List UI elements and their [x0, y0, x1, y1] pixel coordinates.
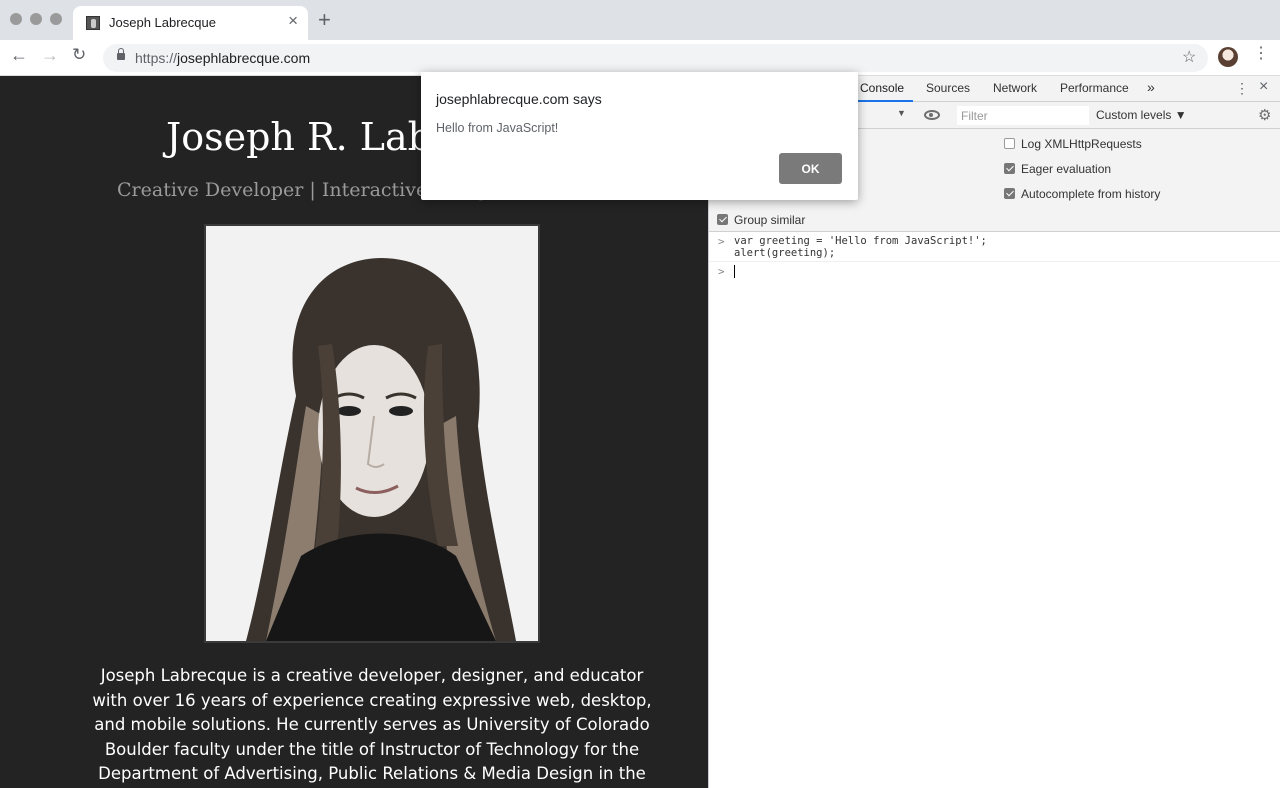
url-text: https://josephlabrecque.com — [135, 50, 311, 66]
tab-performance[interactable]: Performance — [1060, 81, 1129, 95]
browser-menu-icon[interactable]: ⋮ — [1253, 46, 1269, 62]
console-input[interactable]: > — [709, 262, 1280, 282]
setting-autocomplete-history[interactable]: Autocomplete from history — [1004, 187, 1160, 201]
alert-title: josephlabrecque.com says — [436, 91, 602, 107]
prompt-chevron-icon: > — [718, 235, 725, 248]
checkbox[interactable] — [1004, 188, 1015, 199]
zoom-window-button[interactable] — [50, 13, 62, 25]
portrait-photo — [204, 224, 540, 643]
log-levels-dropdown[interactable]: Custom levels ▼ — [1096, 108, 1187, 122]
reload-icon[interactable]: ↻ — [72, 46, 86, 63]
console-log: > var greeting = 'Hello from JavaScript!… — [709, 232, 1280, 282]
setting-eager-evaluation[interactable]: Eager evaluation — [1004, 162, 1111, 176]
bio-paragraph: Joseph Labrecque is a creative developer… — [92, 666, 652, 783]
checkbox[interactable] — [717, 214, 728, 225]
close-tab-icon[interactable]: × — [288, 12, 298, 29]
console-settings-gear-icon[interactable]: ⚙ — [1258, 106, 1271, 124]
tab-strip: Joseph Labrecque × + — [0, 0, 1280, 40]
devtools-close-icon[interactable]: × — [1259, 78, 1268, 96]
tab-sources[interactable]: Sources — [926, 81, 970, 95]
new-tab-icon[interactable]: + — [318, 9, 331, 31]
tab-network[interactable]: Network — [993, 81, 1037, 95]
alert-dialog: josephlabrecque.com says Hello from Java… — [421, 72, 858, 200]
text-caret — [734, 265, 735, 278]
setting-group-similar[interactable]: Group similar — [717, 213, 805, 227]
alert-ok-button[interactable]: OK — [779, 153, 842, 184]
setting-log-xhr[interactable]: Log XMLHttpRequests — [1004, 137, 1142, 151]
console-filter-input[interactable] — [957, 106, 1089, 125]
console-entry: > var greeting = 'Hello from JavaScript!… — [709, 232, 1280, 262]
alert-message: Hello from JavaScript! — [436, 121, 559, 135]
minimize-window-button[interactable] — [30, 13, 42, 25]
devtools-menu-icon[interactable]: ⋮ — [1235, 80, 1249, 97]
address-bar[interactable]: https://josephlabrecque.com — [103, 44, 1208, 72]
browser-tab[interactable]: Joseph Labrecque × — [73, 6, 308, 40]
browser-toolbar: ← → ↻ https://josephlabrecque.com ☆ — [0, 40, 1280, 76]
prompt-chevron-icon: > — [718, 265, 725, 278]
live-expression-eye-icon[interactable] — [924, 110, 940, 120]
back-icon[interactable]: ← — [10, 46, 28, 64]
favicon-icon — [86, 16, 100, 30]
lock-icon — [117, 48, 125, 60]
forward-icon[interactable]: → — [41, 46, 59, 64]
checkbox[interactable] — [1004, 138, 1015, 149]
tab-console[interactable]: Console — [860, 81, 904, 95]
executed-code: var greeting = 'Hello from JavaScript!';… — [734, 235, 987, 259]
context-dropdown-icon[interactable]: ▼ — [897, 108, 906, 118]
close-window-button[interactable] — [10, 13, 22, 25]
more-tabs-icon[interactable]: » — [1147, 79, 1155, 95]
tab-title: Joseph Labrecque — [109, 15, 216, 30]
checkbox[interactable] — [1004, 163, 1015, 174]
profile-avatar[interactable] — [1218, 47, 1238, 67]
